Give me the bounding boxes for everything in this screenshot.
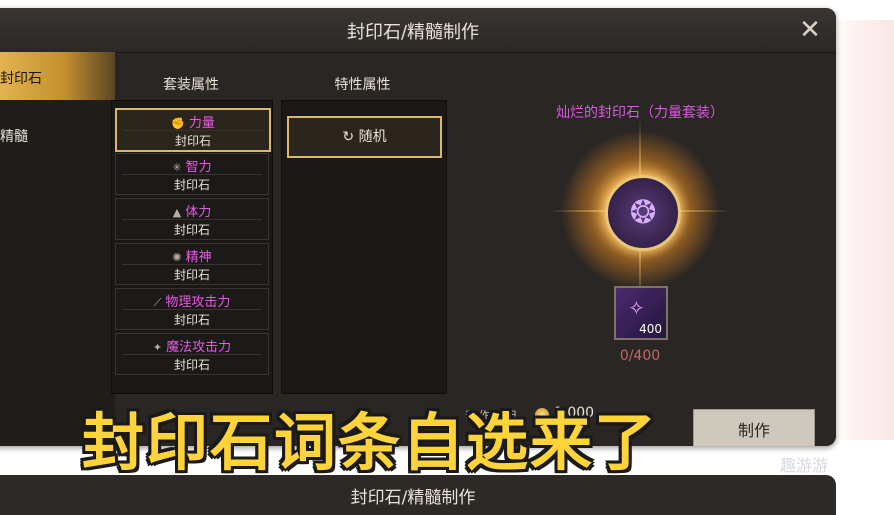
seal-stone-icon: ❂ — [629, 193, 657, 231]
material-progress: 0/400 — [619, 348, 661, 364]
sidebar-item-essence[interactable]: 精髓 — [0, 110, 115, 158]
magic-icon: ✦ — [152, 341, 163, 354]
material-count: 400 — [639, 322, 662, 336]
fist-icon: ✊ — [171, 117, 185, 130]
body-icon: ▲ — [172, 206, 182, 219]
divider — [122, 354, 262, 355]
caption-overlay: 封印石词条自选来了 — [82, 406, 659, 479]
crafting-window: 封印石/精髓制作 ✕ 封印石 精髓 套装属性 特性属性 ✊ 力量 封印石 ✳ 智力 … — [0, 8, 836, 446]
divider — [122, 174, 262, 175]
attr-type: 封印石 — [173, 268, 210, 282]
material-slot[interactable]: ✧ 400 — [614, 286, 668, 340]
attr-name: 力量 — [188, 116, 215, 131]
sidebar-item-seal-stone[interactable]: 封印石 — [0, 52, 115, 100]
set-attr-intelligence[interactable]: ✳ 智力 封印石 — [115, 153, 269, 195]
spirit-icon: ✺ — [172, 251, 182, 264]
sidebar-item-label: 封印石 — [0, 71, 42, 87]
sidebar: 封印石 精髓 — [0, 52, 115, 446]
close-icon[interactable]: ✕ — [796, 16, 824, 44]
window-title: 封印石/精髓制作 — [346, 22, 480, 43]
background-decoration — [834, 20, 894, 440]
seal-stone-emblem: ❂ — [605, 175, 681, 251]
set-attr-spirit[interactable]: ✺ 精神 封印石 — [115, 243, 269, 285]
attr-name: 体力 — [185, 205, 212, 220]
special-attr-random[interactable]: ↻ 随机 — [287, 116, 442, 158]
item-preview: 灿烂的封印石（力量套装） ❂ ✧ 400 0/400 — [460, 60, 820, 440]
attr-type: 封印石 — [173, 178, 210, 192]
title-bar: 封印石/精髓制作 ✕ — [0, 8, 836, 53]
attr-type: 封印石 — [173, 358, 210, 372]
sidebar-item-label: 精髓 — [0, 129, 28, 145]
attr-name: 物理攻击力 — [165, 295, 231, 310]
attr-name: 随机 — [358, 129, 387, 145]
brain-icon: ✳ — [172, 161, 182, 174]
divider — [122, 264, 262, 265]
attr-name: 魔法攻击力 — [166, 340, 232, 355]
set-attr-physical-attack[interactable]: ⟋ 物理攻击力 封印石 — [115, 288, 269, 330]
divider — [122, 219, 262, 220]
divider — [123, 130, 263, 131]
divider — [122, 309, 262, 310]
sword-icon: ⟋ — [153, 296, 162, 309]
set-attr-strength[interactable]: ✊ 力量 封印石 — [115, 108, 271, 152]
refresh-icon: ↻ — [342, 129, 359, 145]
attr-type: 封印石 — [174, 134, 211, 148]
attr-type: 封印石 — [173, 313, 210, 327]
attr-type: 封印石 — [173, 223, 210, 237]
set-attr-magic-attack[interactable]: ✦ 魔法攻击力 封印石 — [115, 333, 269, 375]
attr-name: 智力 — [185, 160, 212, 175]
attr-name: 精神 — [185, 250, 212, 265]
special-attributes-header: 特性属性 — [334, 77, 391, 93]
watermark: 趣游游 — [780, 456, 829, 475]
set-attr-vitality[interactable]: ▲ 体力 封印石 — [115, 198, 269, 240]
crystal-icon: ✧ — [628, 296, 645, 320]
set-attributes-header: 套装属性 — [163, 77, 219, 93]
